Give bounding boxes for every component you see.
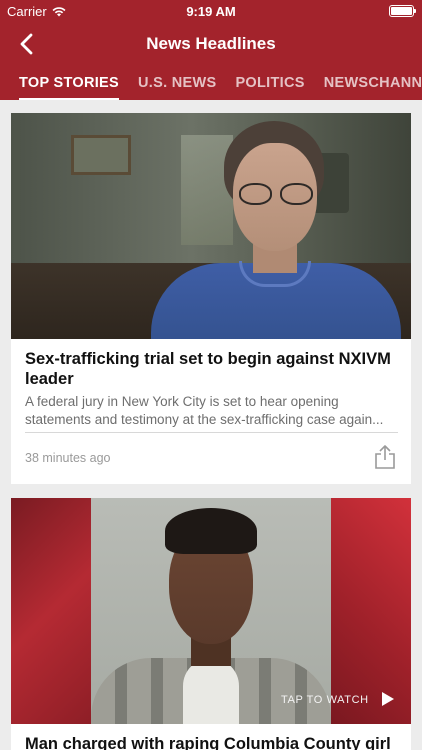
tab-us-news[interactable]: U.S. NEWS bbox=[138, 66, 216, 100]
tap-to-watch-label[interactable]: TAP TO WATCH bbox=[281, 694, 369, 706]
article-summary: A federal jury in New York City is set t… bbox=[25, 394, 384, 427]
article-headline[interactable]: Sex-trafficking trial set to begin again… bbox=[25, 349, 405, 389]
article-card[interactable]: TAP TO WATCH Man charged with raping Col… bbox=[11, 498, 411, 750]
article-card[interactable]: Sex-trafficking trial set to begin again… bbox=[11, 113, 411, 484]
battery-icon bbox=[389, 5, 416, 17]
tab-politics[interactable]: POLITICS bbox=[235, 66, 304, 100]
tab-newschannel[interactable]: NEWSCHANNEL bbox=[324, 66, 422, 100]
status-bar: Carrier 9:19 AM bbox=[0, 0, 422, 22]
navigation-bar: News Headlines bbox=[0, 22, 422, 66]
page-title: News Headlines bbox=[146, 34, 276, 53]
article-timestamp: 38 minutes ago bbox=[25, 451, 111, 465]
share-icon[interactable] bbox=[374, 444, 396, 470]
app-header: Carrier 9:19 AM News Headlines TOP STORI… bbox=[0, 0, 422, 100]
clock: 9:19 AM bbox=[186, 4, 236, 19]
category-tabs: TOP STORIES U.S. NEWS POLITICS NEWSCHANN… bbox=[0, 66, 422, 100]
article-video-thumbnail[interactable]: TAP TO WATCH bbox=[11, 498, 411, 724]
divider bbox=[25, 432, 398, 433]
article-headline[interactable]: Man charged with raping Columbia County … bbox=[25, 734, 415, 750]
tab-top-stories[interactable]: TOP STORIES bbox=[19, 66, 119, 100]
article-photo[interactable] bbox=[11, 113, 411, 339]
play-icon[interactable] bbox=[381, 691, 395, 707]
